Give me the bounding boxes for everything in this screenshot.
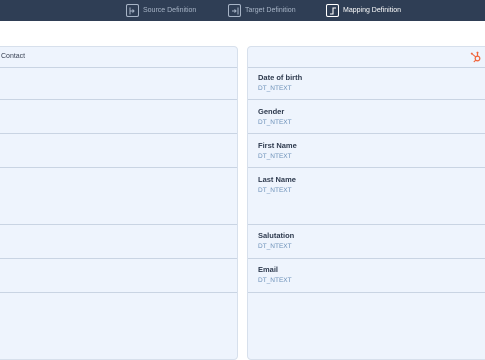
- field-type: DT_NTEXT: [258, 153, 292, 160]
- mapping-definition-icon: [326, 4, 339, 17]
- step-label: Mapping Definition: [343, 7, 401, 14]
- field-type: DT_NTEXT: [258, 243, 292, 250]
- source-definition-icon: [126, 4, 139, 17]
- field-type: DT_NTEXT: [258, 187, 292, 194]
- row-divider: [0, 99, 237, 100]
- source-panel-header: Contact: [0, 47, 237, 68]
- target-field[interactable]: Gender DT_NTEXT: [258, 107, 292, 128]
- step-label: Target Definition: [245, 7, 296, 14]
- field-name: Date of birth: [258, 73, 303, 82]
- row-divider: [248, 99, 485, 100]
- target-field[interactable]: First Name DT_NTEXT: [258, 141, 297, 162]
- row-divider: [0, 258, 237, 259]
- step-source-definition[interactable]: Source Definition: [126, 3, 196, 18]
- target-panel-header: [248, 47, 485, 68]
- row-divider: [248, 258, 485, 259]
- field-name: Salutation: [258, 231, 295, 240]
- field-name: Gender: [258, 107, 285, 116]
- target-field[interactable]: Last Name DT_NTEXT: [258, 175, 296, 196]
- row-divider: [0, 167, 237, 168]
- field-type: DT_NTEXT: [258, 85, 292, 92]
- wizard-steps-bar: Source Definition Target Definition Mapp…: [0, 0, 485, 21]
- hubspot-icon: [470, 51, 482, 63]
- target-field[interactable]: Email DT_NTEXT: [258, 265, 292, 286]
- target-panel: Date of birth DT_NTEXT Gender DT_NTEXT F…: [247, 46, 485, 360]
- row-divider: [248, 167, 485, 168]
- step-mapping-definition[interactable]: Mapping Definition: [326, 3, 401, 18]
- target-definition-icon: [228, 4, 241, 17]
- row-divider: [248, 292, 485, 293]
- field-name: Email: [258, 265, 279, 274]
- row-divider: [0, 292, 237, 293]
- row-divider: [0, 133, 237, 134]
- row-divider: [248, 133, 485, 134]
- step-label: Source Definition: [143, 7, 197, 14]
- step-target-definition[interactable]: Target Definition: [228, 3, 296, 18]
- field-type: DT_NTEXT: [258, 119, 292, 126]
- target-field[interactable]: Date of birth DT_NTEXT: [258, 73, 302, 94]
- target-field[interactable]: Salutation DT_NTEXT: [258, 231, 294, 252]
- row-divider: [0, 224, 237, 225]
- field-type: DT_NTEXT: [258, 277, 292, 284]
- source-panel: Contact: [0, 46, 238, 360]
- field-name: First Name: [258, 141, 297, 150]
- field-name: Last Name: [258, 175, 296, 184]
- row-divider: [248, 224, 485, 225]
- source-panel-title: Contact: [1, 53, 26, 60]
